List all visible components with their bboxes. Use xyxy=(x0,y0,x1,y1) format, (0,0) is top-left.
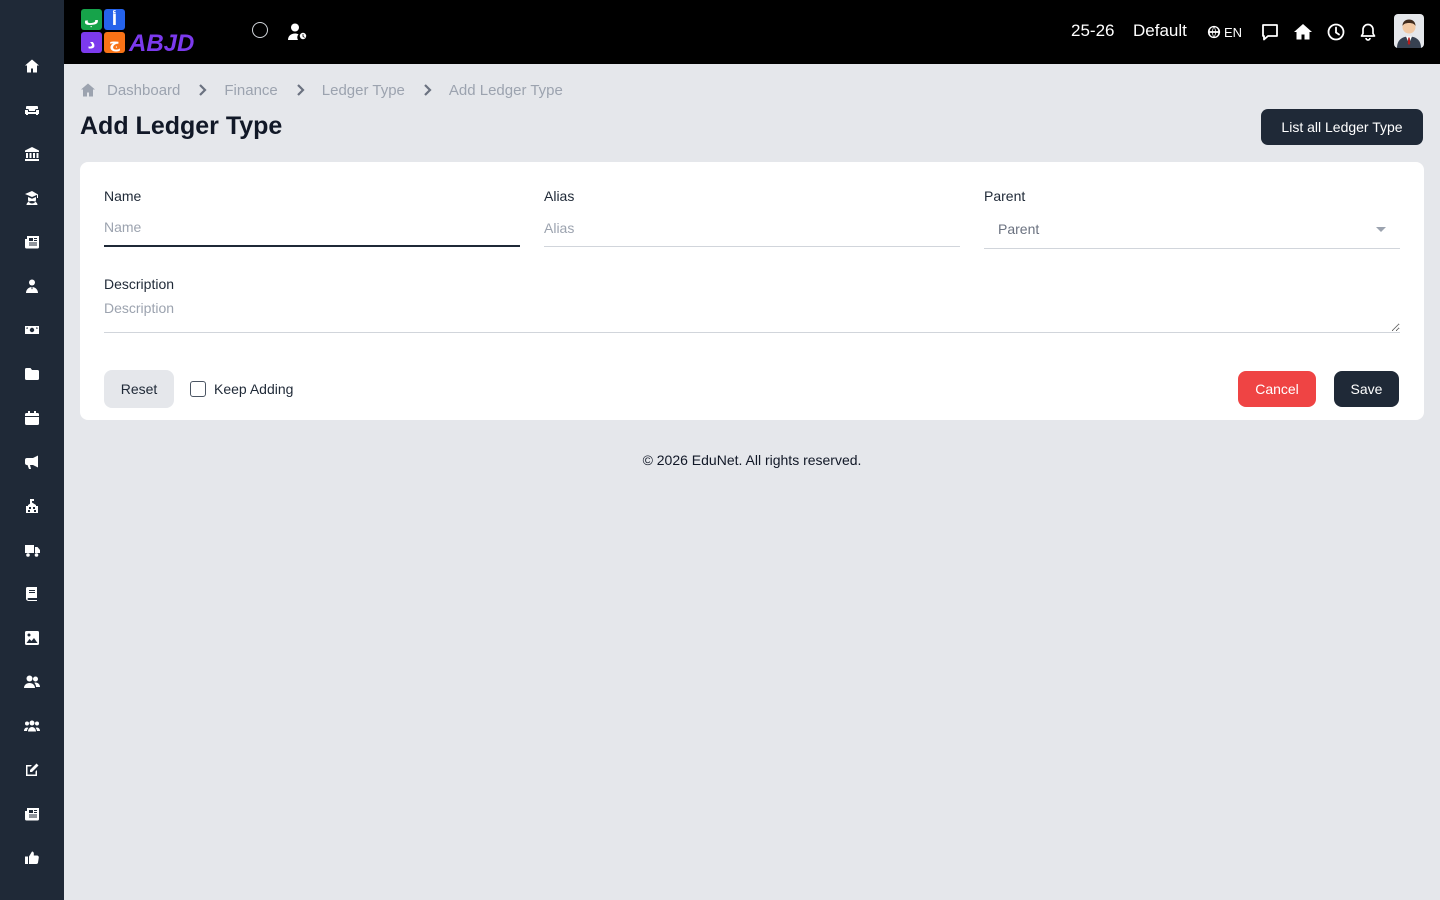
user-avatar[interactable] xyxy=(1394,14,1424,48)
bell-icon xyxy=(1360,23,1376,41)
truck-icon xyxy=(25,545,40,557)
sidebar-item-rooms[interactable] xyxy=(0,88,64,132)
chevron-right-icon xyxy=(293,83,307,97)
breadcrumb-home-icon[interactable] xyxy=(80,82,96,98)
alias-label: Alias xyxy=(544,188,575,204)
language-selector[interactable]: EN xyxy=(1207,23,1242,41)
sidebar-item-users[interactable] xyxy=(0,660,64,704)
group-icon xyxy=(24,720,40,732)
breadcrumb-current: Add Ledger Type xyxy=(448,81,563,99)
svg-text:د: د xyxy=(88,34,96,52)
home-icon xyxy=(25,59,39,73)
thumbs-up-icon xyxy=(25,851,39,865)
description-label: Description xyxy=(104,276,175,292)
chevron-right-icon xyxy=(195,83,209,97)
sidebar-item-admissions[interactable] xyxy=(0,220,64,264)
graduate-icon xyxy=(25,191,38,205)
keep-adding-label: Keep Adding xyxy=(214,381,294,397)
parent-selected-value: Parent xyxy=(998,221,1040,237)
folder-icon xyxy=(25,368,39,380)
megaphone-icon xyxy=(25,455,38,469)
alias-input[interactable] xyxy=(544,209,960,247)
name-label: Name xyxy=(104,188,142,204)
calendar-icon xyxy=(25,411,39,425)
sidebar-item-library[interactable] xyxy=(0,572,64,616)
session-year[interactable]: 25-26 xyxy=(1071,21,1114,41)
sidebar-item-documents[interactable] xyxy=(0,352,64,396)
svg-text:ب: ب xyxy=(84,11,99,29)
school-home-button[interactable] xyxy=(1293,22,1313,42)
image-icon xyxy=(25,631,39,645)
top-bar: ب أ د ج ABJD 25-26 Default EN xyxy=(64,0,1440,64)
breadcrumb-ledger-type[interactable]: Ledger Type xyxy=(322,82,405,99)
sidebar-item-news[interactable] xyxy=(0,792,64,836)
svg-text:ABJD: ABJD xyxy=(128,30,194,56)
ledger-type-form: Name Alias Parent Parent Description Res… xyxy=(80,162,1424,420)
clock-icon xyxy=(1327,23,1345,41)
messages-button[interactable] xyxy=(1260,22,1280,42)
language-label: EN xyxy=(1224,24,1243,40)
sidebar-item-finance[interactable] xyxy=(0,308,64,352)
globe-icon xyxy=(1207,25,1221,39)
user-clock-icon[interactable] xyxy=(288,23,308,41)
name-input[interactable] xyxy=(104,209,520,247)
users-icon xyxy=(24,675,40,688)
sidebar xyxy=(0,0,64,900)
breadcrumb-dashboard[interactable]: Dashboard xyxy=(107,82,180,99)
breadcrumb: Dashboard Finance Ledger Type Add Ledger… xyxy=(80,80,563,100)
save-button[interactable]: Save xyxy=(1334,371,1399,407)
breadcrumb-finance[interactable]: Finance xyxy=(224,82,277,99)
description-textarea[interactable] xyxy=(104,300,1400,333)
sidebar-item-feedback[interactable] xyxy=(0,836,64,880)
parent-label: Parent xyxy=(984,188,1026,204)
book-icon xyxy=(25,587,37,601)
parent-select[interactable]: Parent xyxy=(984,209,1400,249)
school-icon xyxy=(26,499,38,513)
chevron-down-icon xyxy=(1376,227,1386,232)
sofa-icon xyxy=(25,106,39,115)
svg-text:أ: أ xyxy=(112,10,117,29)
edit-icon xyxy=(26,763,39,776)
list-all-ledger-type-button[interactable]: List all Ledger Type xyxy=(1261,109,1423,145)
sidebar-item-school[interactable] xyxy=(0,484,64,528)
sidebar-item-employees[interactable] xyxy=(0,264,64,308)
status-circle-icon[interactable] xyxy=(252,22,268,38)
sidebar-item-home[interactable] xyxy=(0,44,64,88)
sidebar-item-calendar[interactable] xyxy=(0,396,64,440)
notifications-button[interactable] xyxy=(1358,22,1378,42)
svg-text:ج: ج xyxy=(109,34,120,52)
news-icon xyxy=(25,808,39,821)
money-icon xyxy=(25,326,39,334)
house-icon xyxy=(1294,24,1312,40)
teacher-icon xyxy=(26,279,38,293)
profile-selector[interactable]: Default xyxy=(1133,21,1187,41)
sidebar-item-students[interactable] xyxy=(0,176,64,220)
bank-icon xyxy=(25,147,39,161)
reset-button[interactable]: Reset xyxy=(104,370,174,408)
sidebar-item-groups[interactable] xyxy=(0,704,64,748)
chat-icon xyxy=(1262,24,1278,41)
keep-adding-toggle[interactable]: Keep Adding xyxy=(190,381,293,397)
page-title: Add Ledger Type xyxy=(80,112,283,140)
sidebar-item-institution[interactable] xyxy=(0,132,64,176)
newspaper-icon xyxy=(25,236,39,249)
keep-adding-checkbox[interactable] xyxy=(190,381,206,397)
sidebar-item-announcements[interactable] xyxy=(0,440,64,484)
sidebar-item-transport[interactable] xyxy=(0,528,64,572)
chevron-right-icon xyxy=(420,83,434,97)
sidebar-item-gallery[interactable] xyxy=(0,616,64,660)
abjd-logo[interactable]: ب أ د ج ABJD xyxy=(80,8,226,57)
sidebar-item-exams[interactable] xyxy=(0,748,64,792)
history-button[interactable] xyxy=(1326,22,1346,42)
footer-copyright: © 2026 EduNet. All rights reserved. xyxy=(642,452,862,468)
cancel-button[interactable]: Cancel xyxy=(1238,371,1316,407)
